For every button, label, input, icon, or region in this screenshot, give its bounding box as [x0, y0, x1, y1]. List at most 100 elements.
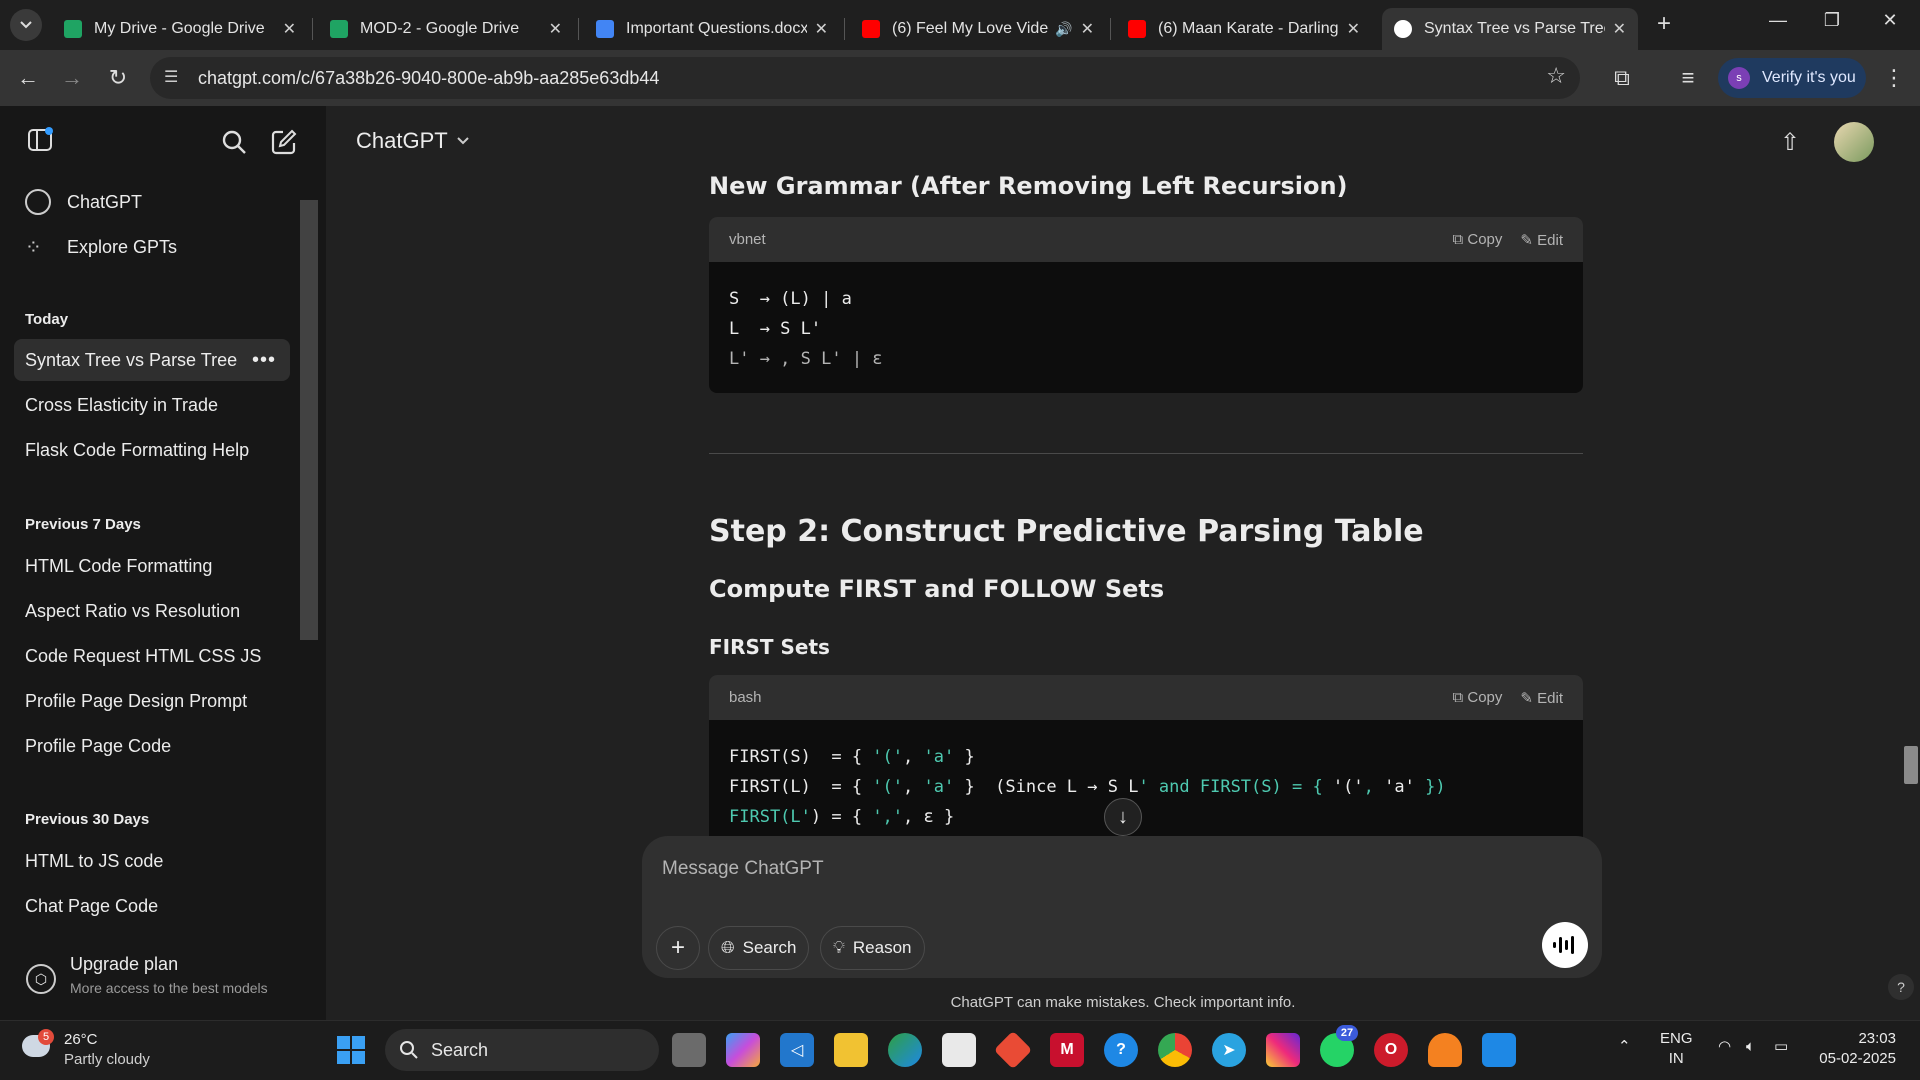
cloudflare-icon[interactable]: [1428, 1033, 1462, 1067]
more-options-icon[interactable]: •••: [252, 349, 276, 372]
sidebar-scrollbar[interactable]: [300, 200, 318, 640]
browser-menu-icon[interactable]: ⋮: [1880, 64, 1908, 92]
restore-icon[interactable]: ❐: [1812, 10, 1852, 31]
windows-taskbar: 5 26°C Partly cloudy Search ◁ M ? ➤ 27 O…: [0, 1020, 1920, 1080]
bookmark-star-icon[interactable]: ☆: [1546, 63, 1566, 89]
close-window-icon[interactable]: ✕: [1870, 10, 1910, 31]
user-avatar[interactable]: [1834, 122, 1874, 162]
wifi-icon[interactable]: ◠: [1718, 1037, 1731, 1057]
extensions-icon[interactable]: ⧉: [1608, 64, 1636, 92]
help-icon[interactable]: ?: [1888, 974, 1914, 1000]
upgrade-plan-button[interactable]: ⬡ Upgrade plan More access to the best m…: [0, 942, 326, 1020]
new-chat-icon[interactable]: [270, 128, 298, 161]
reason-button[interactable]: 💡︎ Reason: [820, 926, 925, 970]
tab-important-questions[interactable]: Important Questions.docx ✕: [584, 8, 840, 50]
sidebar-chat[interactable]: Profile Page Design Prompt: [14, 680, 290, 722]
tab-youtube-maan-karate[interactable]: (6) Maan Karate - Darling D ✕: [1116, 8, 1372, 50]
tab-mod2-drive[interactable]: MOD-2 - Google Drive ✕: [318, 8, 574, 50]
audio-playing-icon[interactable]: 🔊: [1055, 21, 1072, 38]
close-tab-icon[interactable]: ✕: [1081, 19, 1094, 39]
search-button[interactable]: 🌐︎ Search: [708, 926, 810, 970]
windows-start-icon[interactable]: [334, 1033, 368, 1067]
sidebar-item-label: Chat Page Code: [25, 895, 159, 916]
sidebar-toggle-icon[interactable]: [26, 126, 54, 159]
vscode-icon[interactable]: ◁: [780, 1033, 814, 1067]
show-hidden-icons[interactable]: ⌃: [1618, 1037, 1631, 1057]
main-scrollbar-thumb[interactable]: [1904, 746, 1918, 784]
microsoft-store-icon[interactable]: [942, 1033, 976, 1067]
search-icon[interactable]: [220, 128, 248, 161]
lightbulb-icon: 💡︎: [833, 938, 845, 957]
edit-code-button[interactable]: ✎ Edit: [1520, 689, 1563, 707]
back-arrow-icon[interactable]: ←: [14, 64, 42, 92]
volume-icon[interactable]: 🔈︎: [1746, 1037, 1755, 1057]
sidebar-chat[interactable]: Cross Elasticity in Trade: [14, 384, 290, 426]
forward-arrow-icon[interactable]: →: [58, 64, 86, 92]
clock[interactable]: 23:03 05-02-2025: [1818, 1029, 1896, 1069]
tab-my-drive[interactable]: My Drive - Google Drive ✕: [52, 8, 308, 50]
tab-search-button[interactable]: [10, 9, 42, 41]
tab-youtube-feel-my-love[interactable]: (6) Feel My Love Video 🔊 ✕: [850, 8, 1106, 50]
close-tab-icon[interactable]: ✕: [1347, 19, 1360, 39]
telegram-icon[interactable]: ➤: [1212, 1033, 1246, 1067]
copy-label: Copy: [1467, 231, 1503, 248]
voice-mode-button[interactable]: [1542, 922, 1588, 968]
close-tab-icon[interactable]: ✕: [815, 19, 828, 39]
divider: [709, 453, 1583, 454]
mcafee-icon[interactable]: M: [1050, 1033, 1084, 1067]
attach-button[interactable]: +: [656, 926, 700, 970]
code-language-label: vbnet: [729, 231, 766, 248]
close-tab-icon[interactable]: ✕: [283, 19, 296, 39]
git-icon[interactable]: [993, 1030, 1033, 1070]
sidebar-chat[interactable]: Code Request HTML CSS JS: [14, 635, 290, 677]
close-tab-icon[interactable]: ✕: [1613, 19, 1626, 39]
sidebar-chat[interactable]: Aspect Ratio vs Resolution: [14, 590, 290, 632]
sidebar-item-explore-gpts[interactable]: ⁘ Explore GPTs: [14, 226, 290, 268]
chrome-icon[interactable]: [1158, 1033, 1192, 1067]
site-info-icon[interactable]: ☰: [164, 67, 178, 87]
minimize-icon[interactable]: —: [1758, 10, 1798, 31]
sidebar-chat[interactable]: Profile Page Code: [14, 725, 290, 767]
battery-icon[interactable]: ▭: [1774, 1037, 1788, 1057]
arrow-down-icon: ↓: [1118, 805, 1128, 828]
copilot-icon[interactable]: [726, 1033, 760, 1067]
tab-title: Syntax Tree vs Parse Tree: [1424, 20, 1605, 37]
instagram-icon[interactable]: [1266, 1033, 1300, 1067]
opera-icon[interactable]: O: [1374, 1033, 1408, 1067]
message-input[interactable]: Message ChatGPT: [662, 858, 824, 880]
section-heading-previous-30-days: Previous 30 Days: [25, 811, 150, 828]
taskbar-search[interactable]: Search: [385, 1029, 659, 1071]
sidebar-chat[interactable]: HTML Code Formatting: [14, 545, 290, 587]
sidebar-chat[interactable]: HTML to JS code: [14, 840, 290, 882]
whatsapp-icon[interactable]: 27: [1320, 1025, 1358, 1067]
sidebar-chat-syntax-tree[interactable]: Syntax Tree vs Parse Tree •••: [14, 339, 290, 381]
model-selector[interactable]: ChatGPT: [356, 128, 470, 154]
help-app-icon[interactable]: ?: [1104, 1033, 1138, 1067]
sidebar-item-chatgpt[interactable]: ChatGPT: [14, 181, 290, 223]
address-bar[interactable]: ☰ chatgpt.com/c/67a38b26-9040-800e-ab9b-…: [150, 57, 1580, 99]
weather-badge: 5: [38, 1029, 54, 1045]
language-indicator[interactable]: ENG IN: [1660, 1029, 1693, 1069]
shield-app-icon[interactable]: [1482, 1033, 1516, 1067]
file-explorer-icon[interactable]: [834, 1033, 868, 1067]
reload-icon[interactable]: ↻: [104, 64, 132, 92]
new-tab-button[interactable]: +: [1644, 10, 1684, 38]
edit-code-button[interactable]: ✎ Edit: [1520, 231, 1563, 249]
verify-label: Verify it's you: [1762, 69, 1856, 86]
sidebar-chat[interactable]: Flask Code Formatting Help: [14, 429, 290, 471]
share-icon[interactable]: ⇧: [1780, 128, 1800, 157]
heading-first-sets: FIRST Sets: [709, 635, 830, 659]
task-view-icon[interactable]: [672, 1033, 706, 1067]
tab-syntax-tree[interactable]: Syntax Tree vs Parse Tree ✕: [1382, 8, 1638, 50]
copy-code-button[interactable]: ⧉ Copy: [1452, 231, 1502, 248]
edge-icon[interactable]: [888, 1033, 922, 1067]
scroll-to-bottom-button[interactable]: ↓: [1104, 798, 1142, 836]
weather-widget[interactable]: 5: [22, 1029, 56, 1065]
verify-profile-button[interactable]: s Verify it's you: [1718, 58, 1866, 98]
close-tab-icon[interactable]: ✕: [549, 19, 562, 39]
sidebar-chat[interactable]: Chat Page Code: [14, 885, 290, 927]
sidebar-item-label: Profile Page Design Prompt: [25, 690, 248, 711]
copy-code-button[interactable]: ⧉ Copy: [1452, 689, 1502, 706]
media-control-icon[interactable]: ≡: [1674, 64, 1702, 92]
search-icon: [400, 1041, 418, 1059]
